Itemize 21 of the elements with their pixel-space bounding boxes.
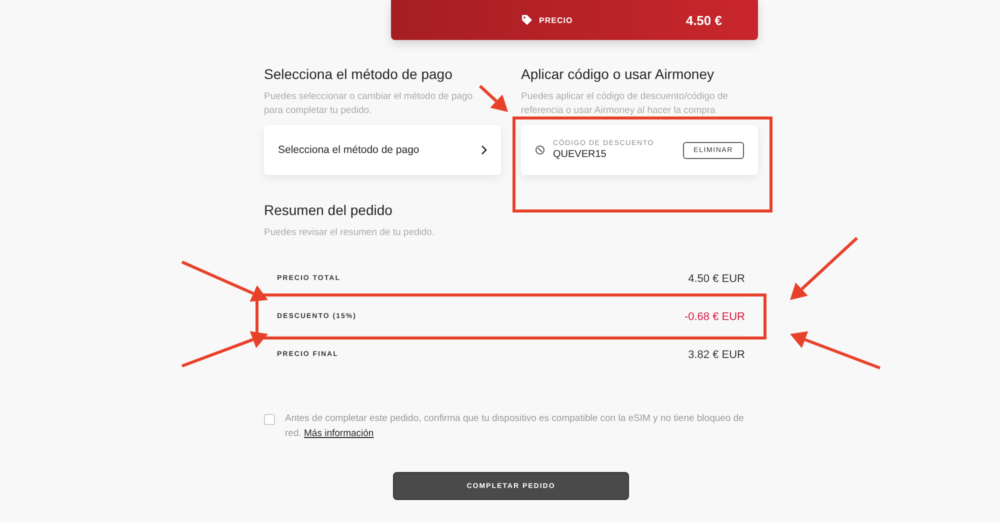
price-label: PRECIO — [539, 16, 574, 24]
section-title: Resumen del pedido — [264, 202, 394, 218]
summary-value: 3.82 € EUR — [688, 348, 745, 360]
more-info-link[interactable]: Más información — [304, 428, 374, 439]
price-amount: 4.50 € — [686, 12, 722, 28]
consent-text: Antes de completar este pedido, confirma que tu dispositivo es compatible con la eSIM y no tiene bloqueo de red. Más información — [285, 412, 745, 441]
summary-value: 4.50 € EUR — [688, 272, 745, 284]
section-description: Puedes aplicar el código de descuento/código de referencia o usar Airmoney al hacer la compra — [521, 90, 730, 118]
summary-value: -0.68 € EUR — [684, 310, 745, 322]
section-title: Selecciona el método de pago — [264, 66, 454, 82]
payment-method-button[interactable]: Selecciona el método de pago — [264, 125, 501, 175]
chevron-right-icon — [481, 145, 487, 155]
discount-icon — [535, 145, 545, 155]
annotation-arrow — [790, 236, 858, 300]
section-description: Puedes seleccionar o cambiar el método de pago para completar tu pedido. — [264, 90, 474, 118]
annotation-arrow — [478, 84, 508, 112]
consent-checkbox[interactable] — [264, 414, 275, 425]
section-title: Aplicar código o usar Airmoney — [521, 66, 715, 82]
tag-icon — [521, 14, 533, 26]
code-value: QUEVER15 — [553, 149, 608, 160]
section-description: Puedes revisar el resumen de tu pedido. — [264, 226, 436, 240]
